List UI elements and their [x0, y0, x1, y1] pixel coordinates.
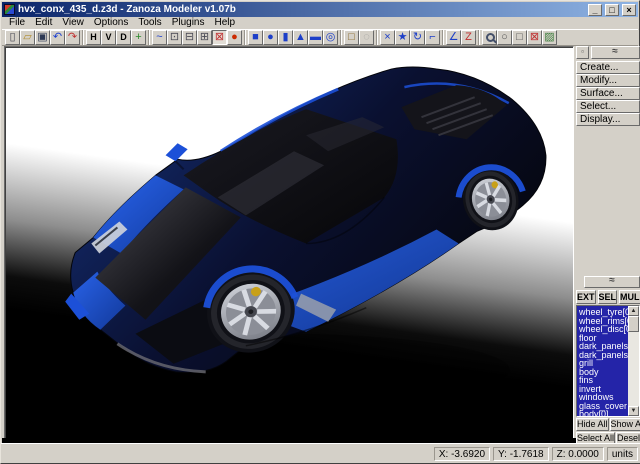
menu-item[interactable]: Options	[89, 17, 133, 29]
viewport-3d[interactable]	[4, 46, 574, 443]
status-units: units	[607, 447, 638, 461]
primitive-disc-button[interactable]: ▬	[308, 30, 323, 45]
panel-command-button[interactable]: Select...	[576, 100, 640, 113]
snap-button[interactable]: +	[131, 30, 146, 45]
menu-item[interactable]: View	[57, 17, 89, 29]
mode-button[interactable]: MUL	[619, 290, 640, 304]
panel-command-button[interactable]: Display...	[576, 113, 640, 126]
hammer-tool-button[interactable]: ⌐	[425, 30, 440, 45]
restore-button[interactable]: □	[605, 4, 619, 16]
cut-tool-button[interactable]: ×	[380, 30, 395, 45]
mode-button[interactable]: EXT	[576, 290, 596, 304]
view-h-button[interactable]: H	[86, 30, 101, 45]
panel-command-button[interactable]: Modify...	[576, 74, 640, 87]
background-image-button[interactable]: ▨	[542, 30, 557, 45]
panel-options-icon[interactable]: ▫	[576, 46, 589, 59]
panel-command-button[interactable]: Surface...	[576, 87, 640, 100]
toolbar: ▯ ▱ ▣ ↶ ↷ H	[2, 29, 638, 46]
object-list-container: wheel_tyre[0]wheel_rims[0]wheel_disc[0]f…	[576, 305, 640, 417]
primitive-cylinder-button[interactable]: ▮	[278, 30, 293, 45]
panel-command-list: Create...Modify...Surface...Select...Dis…	[576, 61, 640, 126]
show-all-button[interactable]: Show All	[610, 418, 640, 431]
hide-box-button[interactable]: ⊠	[527, 30, 542, 45]
vertices-mode-button[interactable]: ⊡	[167, 30, 182, 45]
edges-mode-button[interactable]: ⊟	[182, 30, 197, 45]
close-button[interactable]: ×	[622, 4, 636, 16]
window-title: hvx_conx_435_d.z3d - Zanoza Modeler v1.0…	[18, 3, 585, 17]
scroll-down-icon[interactable]: ▼	[628, 406, 639, 416]
view-d-button[interactable]: D	[116, 30, 131, 45]
minimize-button[interactable]: _	[588, 4, 602, 16]
view-v-button[interactable]: V	[101, 30, 116, 45]
menu-item[interactable]: Plugins	[167, 17, 210, 29]
z-toggle-button[interactable]: Z	[461, 30, 476, 45]
menu-bar: FileEditViewOptionsToolsPluginsHelp	[2, 17, 638, 29]
app-icon	[4, 4, 15, 15]
open-file-button[interactable]: ▱	[20, 30, 35, 45]
menu-item[interactable]: Edit	[30, 17, 57, 29]
primitive-torus-button[interactable]: ◎	[323, 30, 338, 45]
primitive-cone-button[interactable]: ▲	[293, 30, 308, 45]
export-button[interactable]: ↷	[65, 30, 80, 45]
primitive-sphere-button[interactable]: ●	[263, 30, 278, 45]
scroll-up-icon[interactable]: ▲	[628, 306, 639, 316]
car-model	[5, 47, 573, 442]
app-window: hvx_conx_435_d.z3d - Zanoza Modeler v1.0…	[0, 0, 640, 464]
status-y-coordinate: Y: -1.7618	[493, 447, 549, 461]
menu-item[interactable]: Help	[210, 17, 241, 29]
side-panel: ▫ ≈ Create...Modify...Surface...Select..…	[576, 46, 640, 445]
select-rect-button[interactable]: □	[344, 30, 359, 45]
menu-item[interactable]: File	[4, 17, 30, 29]
panel-rollup-icon[interactable]: ≈	[591, 46, 640, 59]
wireframe-sphere-button[interactable]: ○	[497, 30, 512, 45]
status-x-coordinate: X: -3.6920	[434, 447, 490, 461]
scrollbar-track[interactable]	[628, 332, 639, 406]
panel-command-button[interactable]: Create...	[576, 61, 640, 74]
delete-mode-button[interactable]: ⊠	[212, 30, 227, 45]
wireframe-box-button[interactable]: □	[512, 30, 527, 45]
status-bar: X: -3.6920 Y: -1.7618 Z: 0.0000 units	[1, 443, 640, 463]
mode-button[interactable]: SEL	[598, 290, 618, 304]
scrollbar-thumb[interactable]	[628, 316, 639, 332]
primitive-box-button[interactable]: ■	[248, 30, 263, 45]
object-list: wheel_tyre[0]wheel_rims[0]wheel_disc[0]f…	[577, 306, 628, 416]
lasso-button[interactable]: ~	[152, 30, 167, 45]
main-area: ▫ ≈ Create...Modify...Surface...Select..…	[2, 46, 640, 445]
select-circle-button[interactable]: ◌	[359, 30, 374, 45]
render-button[interactable]: ●	[227, 30, 242, 45]
new-file-button[interactable]: ▯	[5, 30, 20, 45]
list-rollup-icon[interactable]: ≈	[584, 276, 640, 288]
star-tool-button[interactable]: ★	[395, 30, 410, 45]
import-button[interactable]: ↶	[50, 30, 65, 45]
menu-item[interactable]: Tools	[133, 17, 166, 29]
angle-snap-button[interactable]: ∠	[446, 30, 461, 45]
list-item[interactable]: body[0]	[579, 410, 628, 416]
status-z-coordinate: Z: 0.0000	[552, 447, 604, 461]
list-scrollbar[interactable]: ▲ ▼	[628, 306, 639, 416]
selection-mode-bar: EXTSELMUL	[576, 290, 640, 304]
hide-all-button[interactable]: Hide All	[576, 418, 609, 431]
faces-mode-button[interactable]: ⊞	[197, 30, 212, 45]
zoom-tool-button[interactable]	[482, 30, 497, 45]
save-file-button[interactable]: ▣	[35, 30, 50, 45]
panel-spacer	[576, 126, 640, 276]
rotate-tool-button[interactable]: ↻	[410, 30, 425, 45]
title-bar: hvx_conx_435_d.z3d - Zanoza Modeler v1.0…	[2, 2, 638, 17]
